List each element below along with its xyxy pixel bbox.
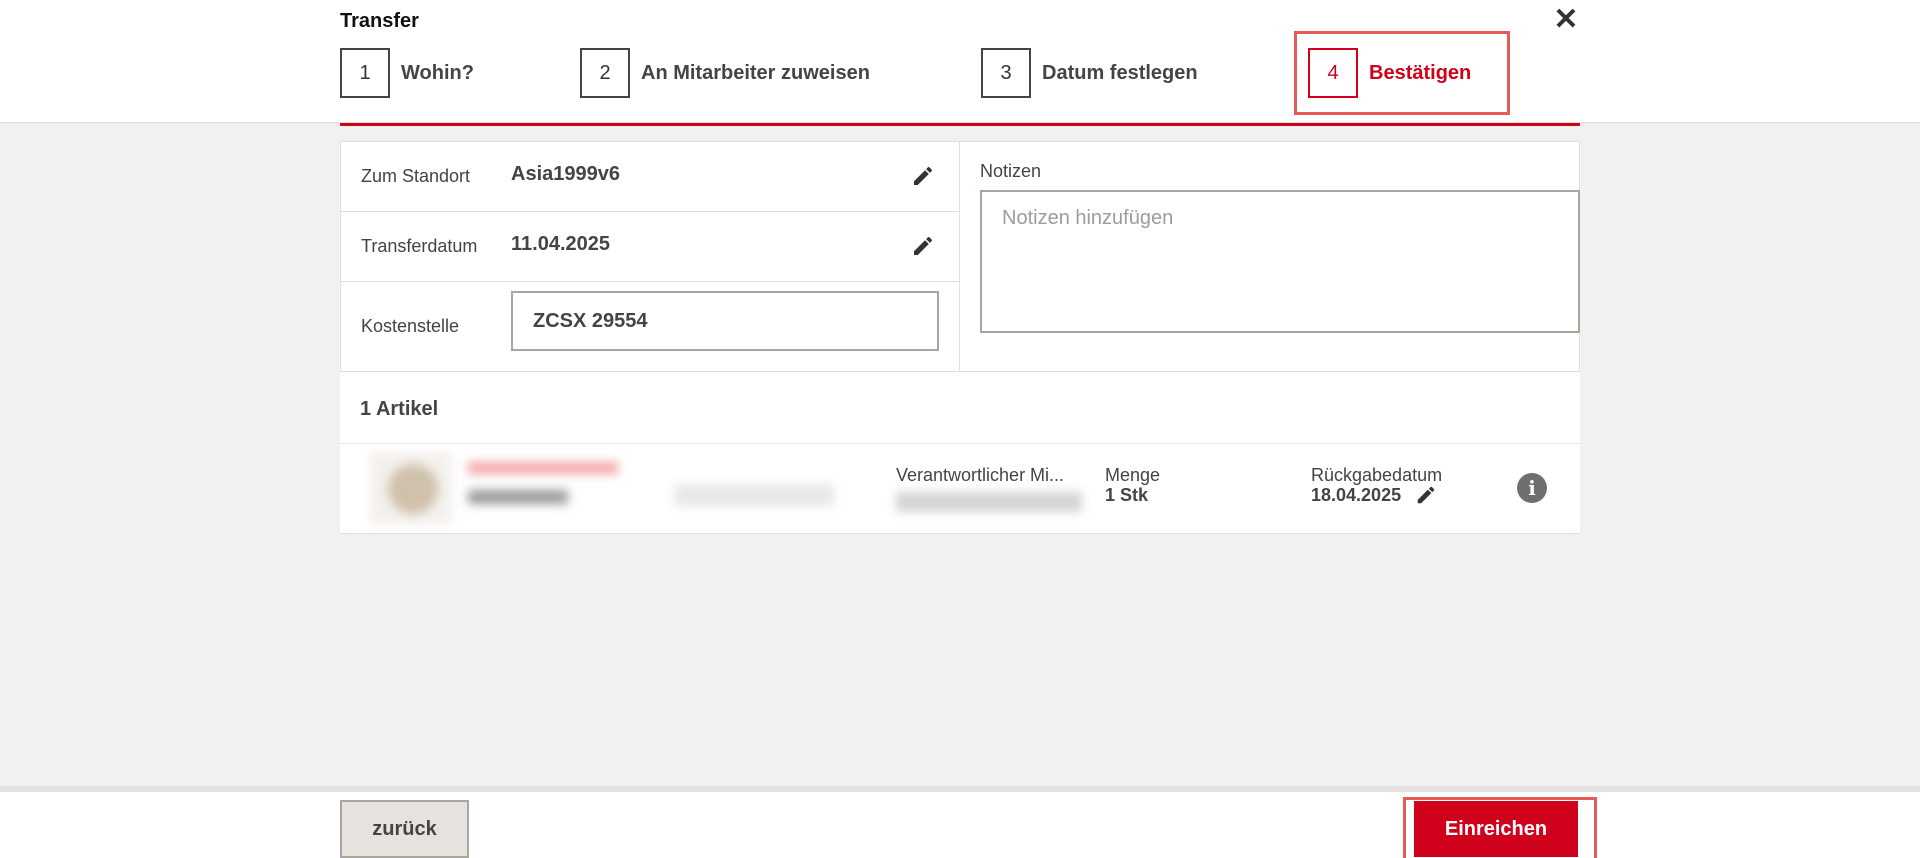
step-3-label: Datum festlegen — [1042, 61, 1198, 84]
step-1-number: 1 — [340, 48, 390, 98]
cost-center-label: Kostenstelle — [361, 316, 460, 336]
return-date-value: 18.04.2025 — [1311, 485, 1402, 505]
submit-button[interactable]: Einreichen — [1414, 801, 1578, 857]
back-button[interactable]: zurück — [340, 800, 469, 858]
close-icon[interactable]: ✕ — [1552, 5, 1580, 35]
step-2[interactable]: 2 An Mitarbeiter zuweisen — [580, 48, 870, 98]
articles-count: 1 Artikel — [360, 398, 439, 420]
cost-center-row: Kostenstelle — [341, 282, 959, 372]
article-row: Verantwortlicher Mi... Menge 1 Stk Rückg… — [340, 444, 1580, 534]
quantity-value: 1 Stk — [1105, 485, 1149, 505]
edit-location-pencil-icon[interactable] — [911, 164, 935, 188]
location-row: Zum Standort Asia1999v6 — [341, 142, 959, 212]
progress-underline — [340, 123, 1580, 126]
step-3[interactable]: 3 Datum festlegen — [981, 48, 1198, 98]
step-4-active[interactable]: 4 Bestätigen — [1293, 31, 1511, 115]
notes-label: Notizen — [980, 161, 1042, 181]
article-thumbnail-bg — [370, 452, 452, 524]
location-value: Asia1999v6 — [511, 163, 620, 185]
step-4-number: 4 — [1308, 48, 1358, 98]
step-3-number: 3 — [981, 48, 1031, 98]
step-2-number: 2 — [580, 48, 630, 98]
article-serial-blurred — [674, 484, 834, 506]
cost-center-input[interactable] — [511, 291, 939, 351]
article-name-blurred — [468, 462, 618, 474]
step-1-label: Wohin? — [401, 61, 474, 84]
dialog-footer: zurück Einreichen — [0, 786, 1920, 858]
date-row: Transferdatum 11.04.2025 — [341, 212, 959, 282]
dialog-header: Transfer ✕ 1 Wohin? 2 An Mitarbeiter zuw… — [0, 0, 1920, 123]
date-value: 11.04.2025 — [511, 233, 610, 255]
dialog-title: Transfer — [340, 10, 419, 32]
quantity-label: Menge — [1105, 465, 1161, 485]
step-2-label: An Mitarbeiter zuweisen — [641, 61, 870, 84]
notes-textarea[interactable] — [980, 190, 1580, 333]
responsible-label: Verantwortlicher Mi... — [896, 465, 1065, 485]
return-date-label: Rückgabedatum — [1311, 465, 1443, 485]
articles-header: 1 Artikel — [340, 372, 1580, 444]
edit-return-date-pencil-icon[interactable] — [1415, 484, 1437, 506]
transfer-summary: Zum Standort Asia1999v6 Transferdatum 11… — [340, 141, 960, 372]
edit-date-pencil-icon[interactable] — [911, 234, 935, 258]
notes-panel: Notizen — [960, 141, 1580, 372]
article-id-blurred — [468, 490, 568, 504]
step-1[interactable]: 1 Wohin? — [340, 48, 474, 98]
info-icon[interactable]: i — [1517, 473, 1547, 503]
step-4-label: Bestätigen — [1369, 61, 1472, 84]
date-label: Transferdatum — [361, 236, 478, 256]
responsible-name-blurred — [896, 492, 1082, 512]
location-label: Zum Standort — [361, 166, 471, 186]
